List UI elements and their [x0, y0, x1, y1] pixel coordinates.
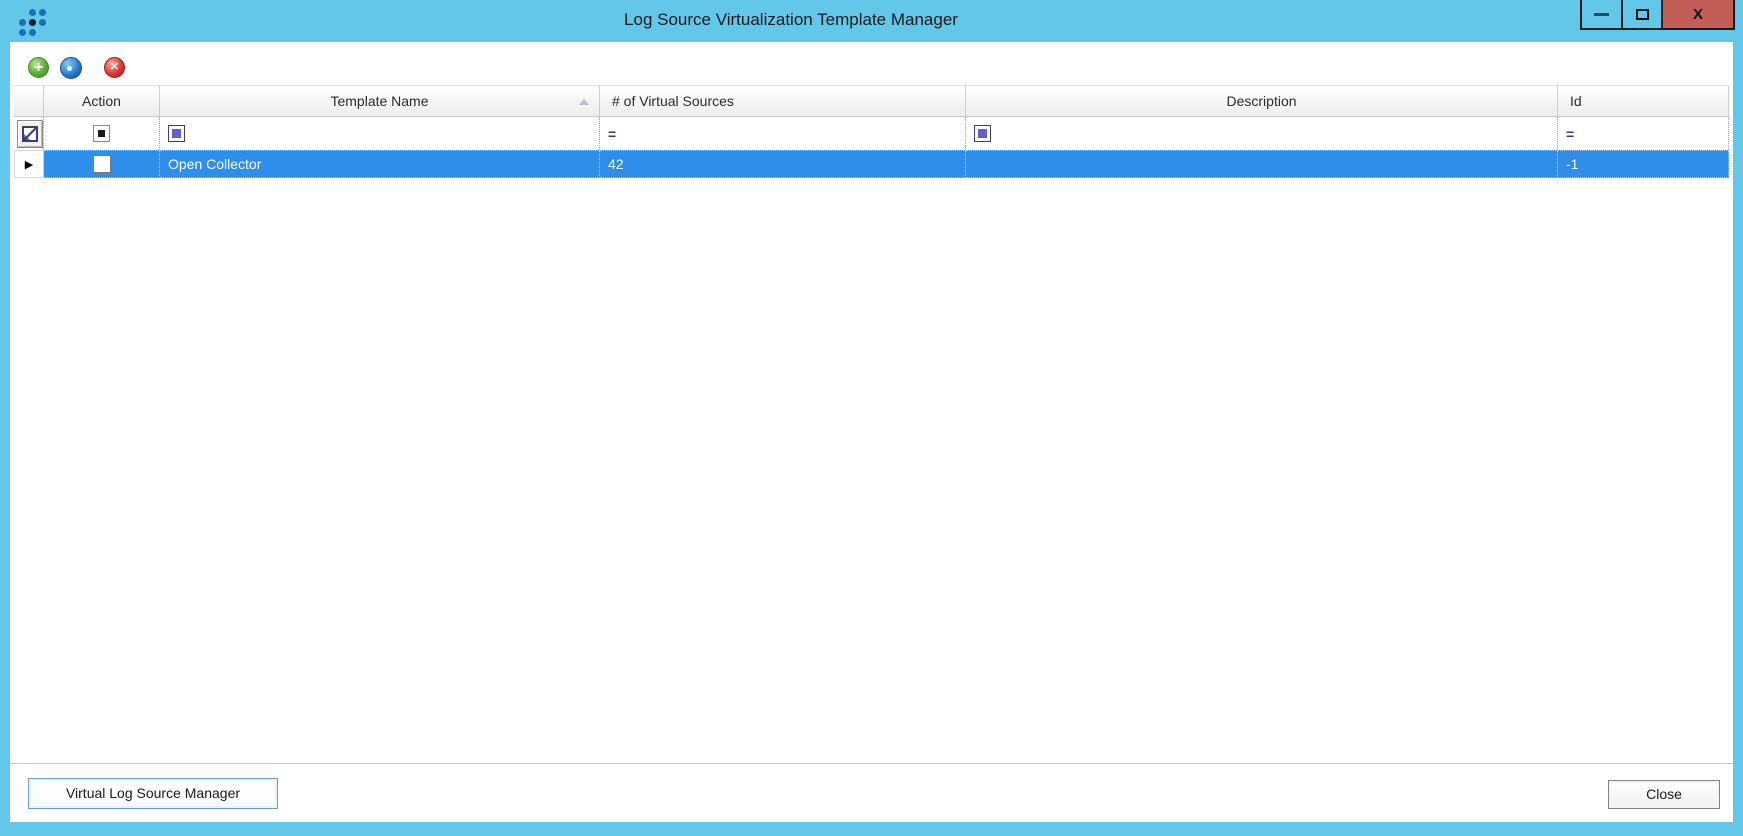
- clear-filter-button[interactable]: [17, 119, 43, 148]
- cell-template-name[interactable]: Open Collector: [160, 150, 600, 178]
- description-filter-checkbox[interactable]: [974, 125, 991, 142]
- cell-id[interactable]: -1: [1558, 150, 1729, 178]
- filter-cell-template-name[interactable]: [160, 117, 600, 150]
- cell-description[interactable]: [966, 150, 1558, 178]
- cell-virtual-sources[interactable]: 42: [600, 150, 966, 178]
- equals-filter-icon[interactable]: =: [1566, 126, 1574, 142]
- minimize-button[interactable]: [1580, 0, 1623, 30]
- close-window-button[interactable]: X: [1663, 0, 1735, 30]
- close-icon: X: [1692, 5, 1703, 23]
- delete-template-button[interactable]: ✕: [104, 57, 125, 78]
- properties-button[interactable]: [60, 57, 82, 79]
- filter-cell-id[interactable]: =: [1558, 117, 1729, 150]
- virtual-log-source-manager-button[interactable]: Virtual Log Source Manager: [28, 778, 278, 809]
- column-header-selector: [14, 85, 44, 117]
- cell-action[interactable]: [44, 150, 160, 178]
- column-header-description[interactable]: Description: [966, 85, 1558, 117]
- window-title: Log Source Virtualization Template Manag…: [624, 10, 958, 29]
- titlebar: Log Source Virtualization Template Manag…: [0, 0, 1743, 42]
- row-selector-cell[interactable]: ▶: [14, 150, 44, 178]
- column-header-template-name[interactable]: Template Name: [160, 85, 600, 117]
- template-name-filter-checkbox[interactable]: [168, 125, 185, 142]
- add-template-button[interactable]: +: [28, 57, 49, 78]
- filter-cell-action[interactable]: [44, 117, 160, 150]
- action-checkbox[interactable]: [92, 155, 111, 173]
- window-controls: X: [1580, 0, 1735, 30]
- filter-cell-selector: [14, 117, 44, 150]
- maximize-button[interactable]: [1623, 0, 1663, 30]
- row-indicator-icon: ▶: [24, 158, 34, 171]
- filter-cell-virtual-sources[interactable]: =: [600, 117, 966, 150]
- close-button[interactable]: Close: [1608, 780, 1720, 809]
- dialog-content: + ✕ Action Template Name # of Virtual So…: [10, 42, 1733, 822]
- x-icon: ✕: [109, 61, 120, 73]
- plus-icon: +: [33, 58, 44, 76]
- column-header-id[interactable]: Id: [1558, 85, 1729, 117]
- minimize-icon: [1594, 12, 1609, 16]
- action-filter-checkbox[interactable]: [93, 125, 110, 142]
- column-header-virtual-sources[interactable]: # of Virtual Sources: [600, 85, 966, 117]
- sort-ascending-icon: [579, 99, 589, 105]
- clear-filter-icon: [22, 125, 38, 142]
- footer-divider: [10, 763, 1733, 764]
- maximize-icon: [1635, 8, 1649, 20]
- filter-cell-description[interactable]: [966, 117, 1558, 150]
- equals-filter-icon[interactable]: =: [608, 126, 616, 142]
- column-header-action[interactable]: Action: [44, 85, 160, 117]
